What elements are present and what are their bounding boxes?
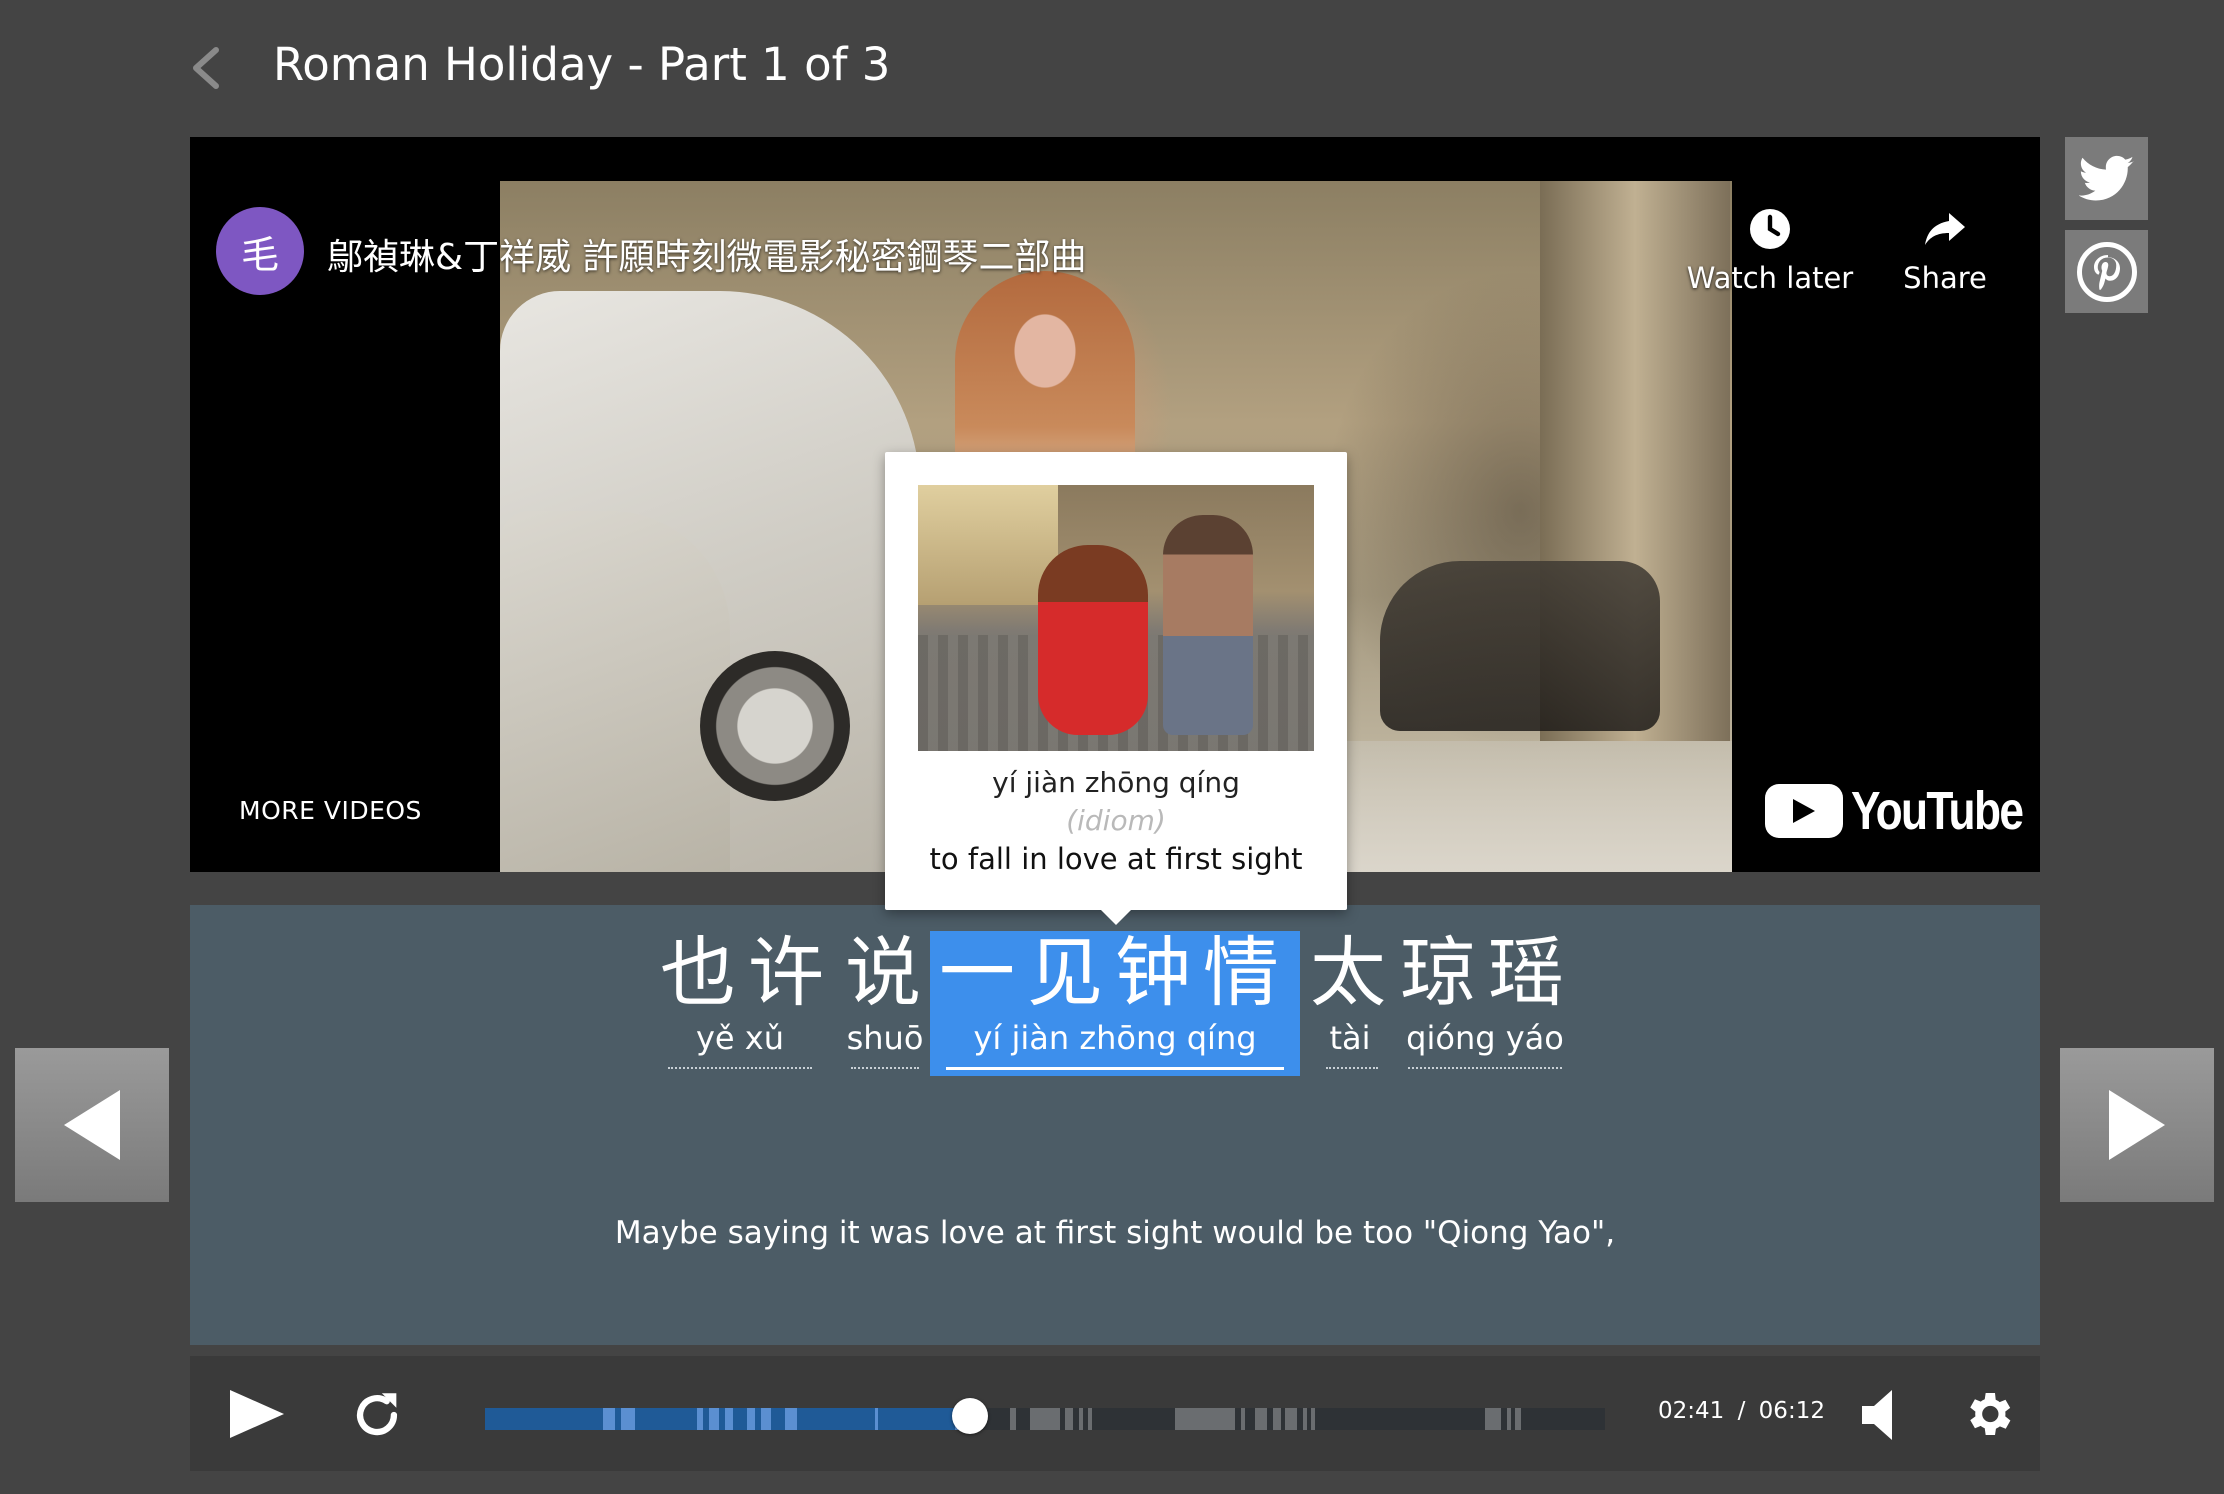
triangle-left-icon — [64, 1090, 120, 1160]
twitter-icon — [2078, 155, 2134, 200]
word-pinyin: yí jiàn zhōng qíng — [973, 1018, 1257, 1057]
triangle-right-icon — [2109, 1090, 2165, 1160]
share-button[interactable]: Share — [1880, 205, 2010, 295]
time-display: 02:41 / 06:12 — [1658, 1398, 1825, 1424]
popup-part-of-speech: (idiom) — [1066, 804, 1166, 837]
word-hanzi: 琼瑶 — [1400, 928, 1576, 1017]
subtitle-word[interactable]: 太 tài — [1310, 931, 1390, 1069]
volume-button[interactable] — [1860, 1388, 1900, 1446]
subtitle-translation: Maybe saying it was love at first sight … — [614, 1215, 1616, 1251]
pinterest-icon — [2076, 241, 2137, 302]
word-pinyin: tài — [1329, 1018, 1371, 1057]
gear-icon — [1970, 1393, 2011, 1435]
youtube-play-icon — [1765, 784, 1843, 838]
word-pinyin: shuō — [846, 1018, 924, 1057]
more-videos-button[interactable]: MORE VIDEOS — [239, 796, 422, 825]
play-button[interactable] — [226, 1386, 288, 1446]
word-hanzi: 太 — [1310, 928, 1398, 1017]
clock-icon — [1750, 209, 1790, 249]
youtube-wordmark: YouTube — [1851, 781, 2024, 841]
subtitle-word[interactable]: 琼瑶 qióng yáo — [1400, 931, 1570, 1069]
word-definition-popup[interactable]: yí jiàn zhōng qíng (idiom) to fall in lo… — [885, 452, 1347, 925]
progress-handle[interactable] — [952, 1398, 988, 1434]
word-hanzi: 一见钟情 — [939, 928, 1291, 1017]
video-title[interactable]: 鄔禎琳&丁祥威 許願時刻微電影秘密鋼琴二部曲 — [327, 228, 1087, 280]
time-separator: / — [1737, 1398, 1746, 1424]
word-hanzi: 也许 — [660, 928, 836, 1017]
popup-pinyin: yí jiàn zhōng qíng — [992, 766, 1240, 799]
current-time: 02:41 — [1658, 1398, 1725, 1424]
channel-avatar[interactable]: 毛 — [216, 207, 304, 295]
youtube-logo[interactable]: YouTube — [1765, 780, 2040, 842]
replay-button[interactable] — [348, 1386, 406, 1448]
watch-later-button[interactable]: Watch later — [1680, 205, 1860, 295]
twitter-share-button[interactable] — [2065, 137, 2148, 220]
pinterest-share-button[interactable] — [2065, 230, 2148, 313]
previous-line-button[interactable] — [15, 1048, 169, 1202]
replay-icon — [356, 1393, 398, 1436]
speaker-icon — [1862, 1390, 1892, 1440]
back-button[interactable] — [186, 44, 226, 92]
channel-initial: 毛 — [240, 232, 279, 277]
word-pinyin: qióng yáo — [1406, 1018, 1564, 1057]
subtitle-word-selected[interactable]: 一见钟情 yí jiàn zhōng qíng — [930, 931, 1300, 1076]
progress-track[interactable] — [485, 1408, 1605, 1430]
duration: 06:12 — [1758, 1398, 1825, 1424]
subtitle-panel: 也许 yě xǔ 说 shuō 一见钟情 yí jiàn zhōng qíng … — [190, 905, 2040, 1345]
chevron-left-icon — [193, 47, 219, 89]
page-title: Roman Holiday - Part 1 of 3 — [273, 38, 891, 91]
next-line-button[interactable] — [2060, 1048, 2214, 1202]
share-label: Share — [1903, 261, 1987, 295]
word-hanzi: 说 — [845, 928, 933, 1017]
settings-button[interactable] — [1960, 1386, 2016, 1446]
play-icon — [230, 1390, 284, 1438]
share-arrow-icon — [1925, 213, 1965, 245]
player-controls: 02:41 / 06:12 — [190, 1356, 2040, 1471]
watch-later-label: Watch later — [1686, 261, 1854, 295]
word-pinyin: yě xǔ — [695, 1018, 784, 1057]
popup-meaning: to fall in love at first sight — [929, 842, 1303, 876]
definition-image — [918, 485, 1314, 751]
subtitle-word[interactable]: 说 shuō — [845, 931, 925, 1069]
subtitle-word[interactable]: 也许 yě xǔ — [660, 928, 836, 1069]
